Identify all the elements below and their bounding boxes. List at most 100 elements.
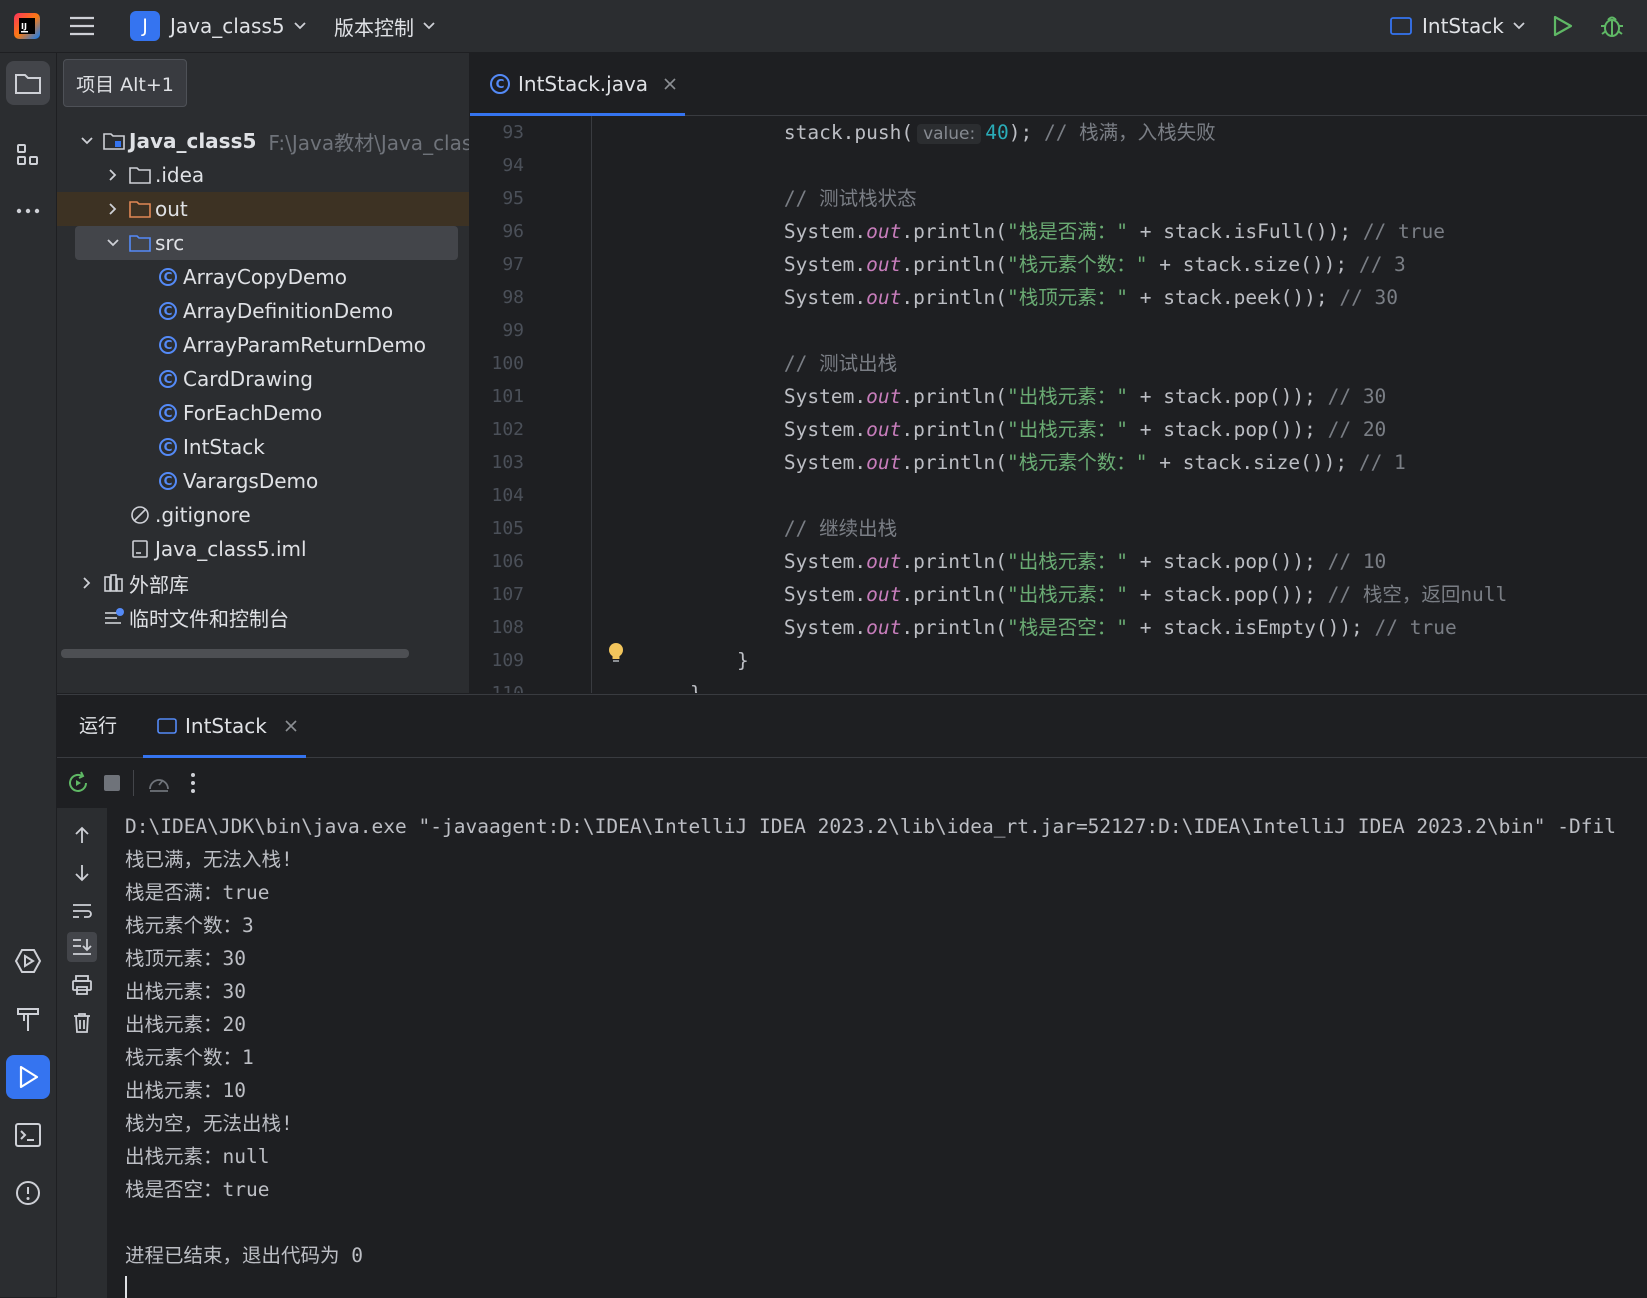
run-tool-window: 运行 IntStack D:\IDEA\JDK\bin\java.exe "-j… bbox=[57, 694, 1647, 1298]
scroll-to-end-icon[interactable] bbox=[67, 932, 97, 962]
indent-guide bbox=[591, 116, 592, 693]
project-folder-icon[interactable] bbox=[6, 61, 50, 105]
tree-root[interactable]: Java_class5 F:\Java教材\Java_clas bbox=[57, 124, 469, 158]
tree-label-class: CardDrawing bbox=[183, 367, 313, 391]
chevron-right-icon[interactable] bbox=[77, 576, 97, 590]
build-hammer-icon[interactable] bbox=[6, 997, 50, 1041]
project-panel: 项目 Alt+1 Java_class5 F:\Java教材\Java_clas… bbox=[57, 53, 469, 693]
line-number: 106 bbox=[491, 551, 524, 572]
tree-label-iml: Java_class5.iml bbox=[155, 537, 307, 561]
tree-item-src[interactable]: src bbox=[75, 226, 458, 260]
console-output[interactable]: D:\IDEA\JDK\bin\java.exe "-javaagent:D:\… bbox=[125, 810, 1616, 1272]
chevron-down-icon bbox=[422, 21, 436, 31]
line-number: 97 bbox=[502, 254, 524, 275]
chevron-down-icon bbox=[1512, 21, 1526, 31]
tree-item-idea[interactable]: .idea bbox=[57, 158, 469, 192]
run-config-icon bbox=[157, 718, 177, 734]
scratches-icon bbox=[103, 606, 125, 628]
console-line: 栈顶元素：30 bbox=[125, 947, 246, 970]
tree-label-class: ForEachDemo bbox=[183, 401, 323, 425]
editor-tab-bar: C IntStack.java bbox=[470, 53, 1647, 116]
tree-label-class: ArrayDefinitionDemo bbox=[183, 299, 394, 323]
tab-intstack-java[interactable]: C IntStack.java bbox=[470, 53, 685, 116]
run-config-icon bbox=[1390, 17, 1412, 35]
rerun-icon[interactable] bbox=[63, 768, 93, 798]
java-class-icon: C bbox=[157, 402, 179, 424]
code-line-108: System.out.println("栈是否空：" + stack.isEmp… bbox=[690, 616, 1457, 639]
arrow-up-icon[interactable] bbox=[67, 820, 97, 850]
tab-label: IntStack.java bbox=[518, 72, 649, 96]
tree-item-gitignore[interactable]: .gitignore bbox=[57, 498, 469, 532]
parameter-hint: value: bbox=[917, 124, 982, 144]
run-config-selector[interactable]: IntStack bbox=[1390, 0, 1526, 52]
tree-item-class[interactable]: C IntStack bbox=[57, 430, 469, 464]
code-line-109: } bbox=[690, 649, 749, 672]
vcs-menu[interactable]: 版本控制 bbox=[334, 0, 436, 52]
tree-item-class[interactable]: C VarargsDemo bbox=[57, 464, 469, 498]
line-number: 108 bbox=[491, 617, 524, 638]
structure-icon[interactable] bbox=[6, 133, 50, 177]
java-class-icon: C bbox=[157, 436, 179, 458]
tree-item-class[interactable]: C ArrayDefinitionDemo bbox=[57, 294, 469, 328]
chevron-down-icon[interactable] bbox=[77, 136, 97, 146]
terminal-icon[interactable] bbox=[6, 1113, 50, 1157]
lightbulb-icon[interactable] bbox=[606, 641, 626, 665]
code-line-96: System.out.println("栈是否满：" + stack.isFul… bbox=[690, 220, 1445, 243]
tree-label-scratches: 临时文件和控制台 bbox=[129, 606, 289, 631]
more-vertical-icon[interactable] bbox=[178, 768, 208, 798]
profiler-icon[interactable] bbox=[144, 768, 174, 798]
chevron-down-icon[interactable] bbox=[103, 238, 123, 248]
code-line-98: System.out.println("栈顶元素：" + stack.peek(… bbox=[690, 286, 1399, 309]
line-number: 105 bbox=[491, 518, 524, 539]
line-number: 99 bbox=[502, 320, 524, 341]
run-icon[interactable] bbox=[1550, 0, 1574, 52]
console-line: 栈已满，无法入栈! bbox=[125, 848, 293, 871]
tree-item-scratches[interactable]: 临时文件和控制台 bbox=[57, 600, 469, 634]
code-line-102: System.out.println("出栈元素：" + stack.pop()… bbox=[690, 418, 1387, 441]
line-number: 100 bbox=[491, 353, 524, 374]
services-icon[interactable] bbox=[6, 939, 50, 983]
svg-text:IJ: IJ bbox=[21, 22, 27, 31]
line-number: 96 bbox=[502, 221, 524, 242]
more-tools-icon[interactable] bbox=[6, 189, 50, 233]
stop-icon[interactable] bbox=[97, 768, 127, 798]
hamburger-menu-icon[interactable] bbox=[68, 0, 96, 52]
tree-item-external-libs[interactable]: 外部库 bbox=[57, 566, 469, 600]
close-icon[interactable] bbox=[285, 720, 297, 732]
chevron-right-icon[interactable] bbox=[103, 168, 123, 182]
code-line-93: stack.push(value: 40); // 栈满，入栈失败 bbox=[690, 121, 1216, 144]
soft-wrap-icon[interactable] bbox=[67, 896, 97, 926]
horizontal-scrollbar[interactable] bbox=[61, 649, 409, 658]
trash-icon[interactable] bbox=[67, 1008, 97, 1038]
tree-item-class[interactable]: C ArrayParamReturnDemo bbox=[57, 328, 469, 362]
debug-bug-icon[interactable] bbox=[1598, 0, 1626, 52]
run-tool-icon[interactable] bbox=[6, 1055, 50, 1099]
tree-item-class[interactable]: C ArrayCopyDemo bbox=[57, 260, 469, 294]
java-class-icon: C bbox=[490, 74, 510, 94]
code-line-103: System.out.println("栈元素个数：" + stack.size… bbox=[690, 451, 1406, 474]
main-toolbar: IJ J Java_class5 版本控制 IntStack bbox=[0, 0, 1647, 53]
console-line: 栈元素个数：3 bbox=[125, 914, 254, 937]
code-editor[interactable]: C IntStack.java 93 94 95 96 97 98 99 100… bbox=[470, 53, 1647, 693]
tree-item-class[interactable]: C ForEachDemo bbox=[57, 396, 469, 430]
tree-item-iml[interactable]: Java_class5.iml bbox=[57, 532, 469, 566]
tab-run-intstack[interactable]: IntStack bbox=[143, 695, 306, 758]
intellij-logo-icon[interactable]: IJ bbox=[12, 0, 42, 52]
close-icon[interactable] bbox=[664, 78, 676, 90]
chevron-down-icon bbox=[293, 21, 307, 31]
tree-item-out[interactable]: out bbox=[57, 192, 469, 226]
tree-item-class[interactable]: C CardDrawing bbox=[57, 362, 469, 396]
project-switcher[interactable]: J Java_class5 bbox=[130, 0, 307, 52]
print-icon[interactable] bbox=[67, 970, 97, 1000]
tree-label-gitignore: .gitignore bbox=[155, 503, 251, 527]
chevron-right-icon[interactable] bbox=[103, 202, 123, 216]
line-number: 98 bbox=[502, 287, 524, 308]
code-line-106: System.out.println("出栈元素：" + stack.pop()… bbox=[690, 550, 1387, 573]
ignore-file-icon bbox=[129, 504, 151, 526]
arrow-down-icon[interactable] bbox=[67, 858, 97, 888]
line-number: 109 bbox=[491, 650, 524, 671]
run-toolbar bbox=[57, 758, 1647, 808]
problems-icon[interactable] bbox=[6, 1171, 50, 1215]
